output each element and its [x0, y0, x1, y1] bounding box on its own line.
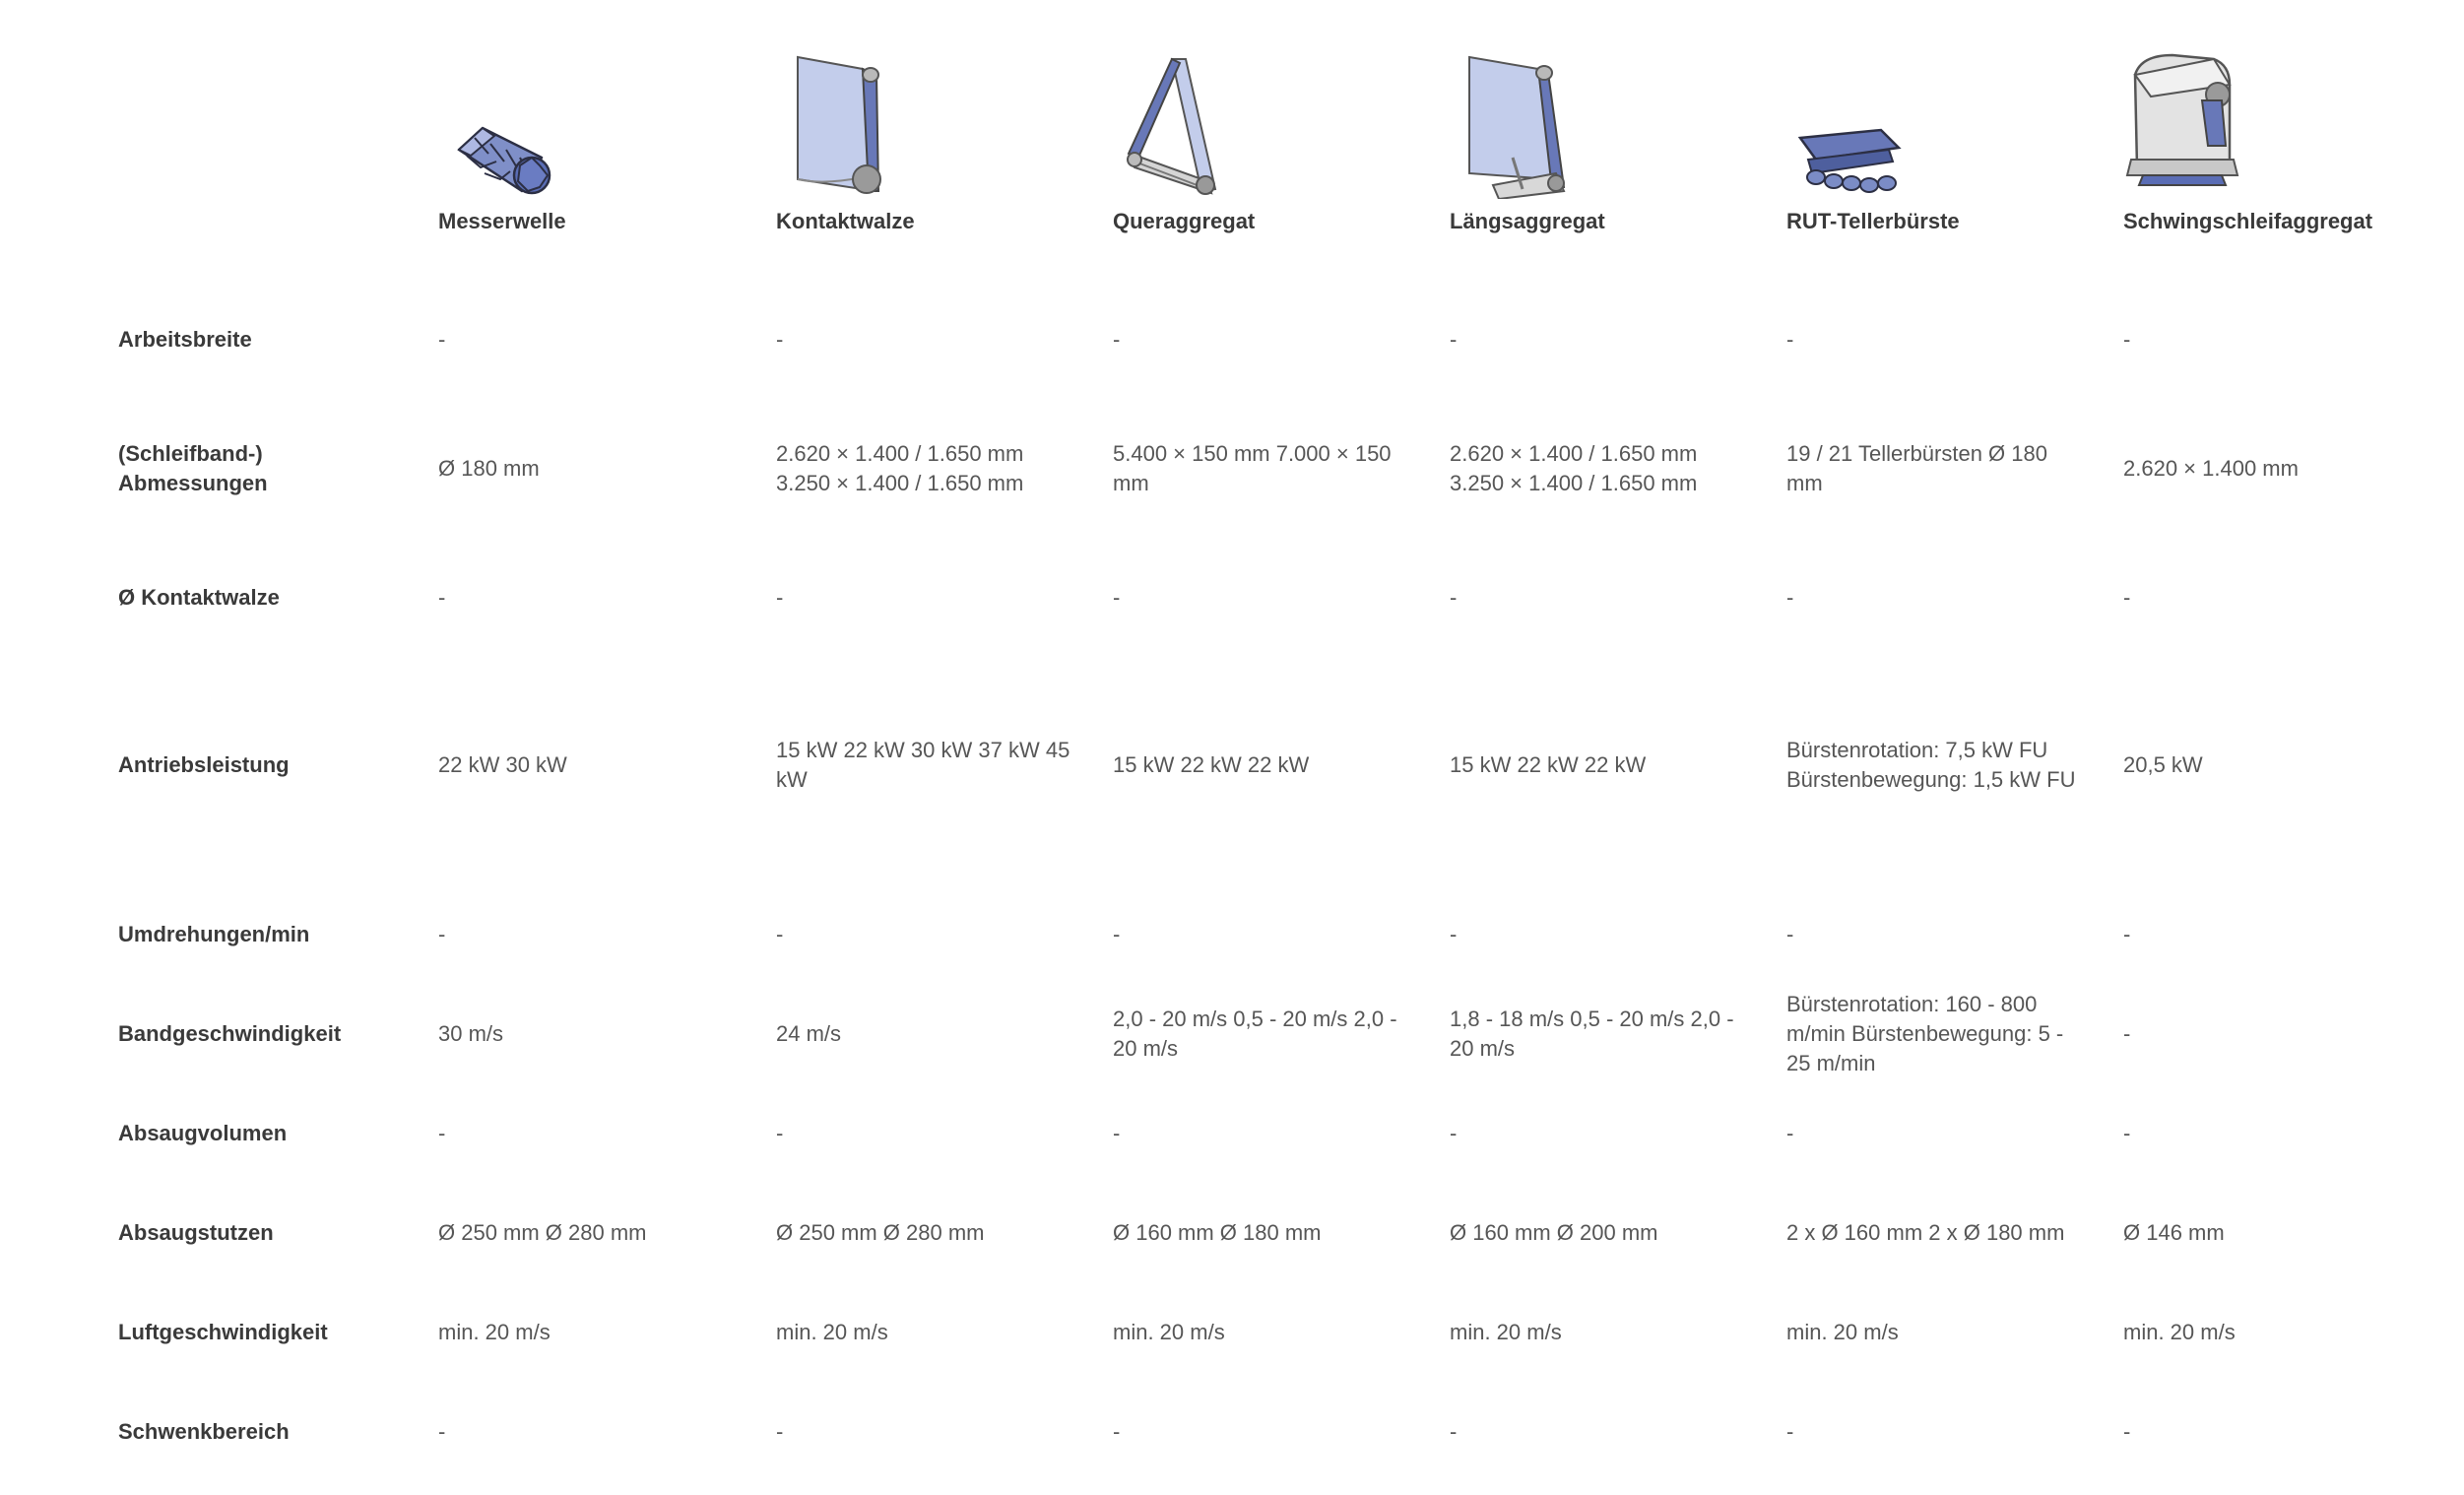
column-header-schwingschleifaggregat: Schwingschleifaggregat	[2123, 209, 2373, 233]
table-cell: Ø 250 mm Ø 280 mm	[776, 1220, 985, 1245]
table-cell: -	[1786, 327, 1794, 352]
table-cell: -	[776, 1419, 784, 1444]
table-cell: Bürstenrotation: 7,5 kW FU Bürstenbewegu…	[1786, 738, 2076, 792]
table-cell: min. 20 m/s	[1450, 1320, 1562, 1344]
table-cell: 2,0 - 20 m/s 0,5 - 20 m/s 2,0 - 20 m/s	[1113, 1007, 1397, 1061]
table-cell: 22 kW 30 kW	[438, 752, 567, 777]
table-cell: -	[1786, 585, 1794, 610]
table-cell: -	[2123, 1419, 2131, 1444]
table-cell: -	[1450, 1419, 1458, 1444]
row-label-schwenkbereich: Schwenkbereich	[118, 1419, 290, 1444]
column-header-kontaktwalze: Kontaktwalze	[776, 209, 915, 233]
table-cell: -	[2123, 585, 2131, 610]
table-cell: -	[2123, 1021, 2131, 1046]
table-cell: min. 20 m/s	[2123, 1320, 2236, 1344]
table-cell: -	[1113, 327, 1121, 352]
cross-unit-icon	[1127, 57, 1217, 195]
table-cell: 30 m/s	[438, 1021, 504, 1046]
table-cell: -	[776, 922, 784, 946]
table-cell: -	[2123, 1121, 2131, 1145]
table-cell: -	[438, 1419, 446, 1444]
table-cell: 2.620 × 1.400 / 1.650 mm 3.250 × 1.400 /…	[1450, 441, 1698, 495]
table-cell: -	[776, 585, 784, 610]
orbital-sander-icon	[2125, 53, 2239, 186]
row-label-luftgeschwindigkeit: Luftgeschwindigkeit	[118, 1320, 328, 1344]
table-cell: -	[1450, 327, 1458, 352]
table-cell: -	[1786, 922, 1794, 946]
table-cell: Ø 146 mm	[2123, 1220, 2225, 1245]
table-cell: 1,8 - 18 m/s 0,5 - 20 m/s 2,0 - 20 m/s	[1450, 1007, 1734, 1061]
column-header-rut-tellerburste: RUT-Tellerbürste	[1786, 209, 1960, 233]
longitudinal-unit-icon	[1468, 55, 1566, 199]
table-cell: Ø 180 mm	[438, 456, 540, 481]
table-cell: -	[438, 327, 446, 352]
table-cell: Ø 250 mm Ø 280 mm	[438, 1220, 647, 1245]
table-cell: -	[1113, 585, 1121, 610]
column-header-queraggregat: Queraggregat	[1113, 209, 1256, 233]
table-cell: 2.620 × 1.400 / 1.650 mm 3.250 × 1.400 /…	[776, 441, 1024, 495]
table-cell: min. 20 m/s	[438, 1320, 551, 1344]
row-label-umdrehungen-min: Umdrehungen/min	[118, 922, 310, 946]
table-cell: min. 20 m/s	[776, 1320, 888, 1344]
table-cell: -	[438, 585, 446, 610]
table-cell: 15 kW 22 kW 22 kW	[1113, 752, 1310, 777]
table-cell: 2.620 × 1.400 mm	[2123, 456, 2299, 481]
table-cell: -	[1113, 1121, 1121, 1145]
table-cell: 2 x Ø 160 mm 2 x Ø 180 mm	[1786, 1220, 2065, 1245]
table-cell: 15 kW 22 kW 22 kW	[1450, 752, 1647, 777]
column-header-langsaggregat: Längsaggregat	[1450, 209, 1605, 233]
table-cell: -	[1450, 1121, 1458, 1145]
table-cell: 19 / 21 Tellerbürsten Ø 180 mm	[1786, 441, 2047, 495]
table-cell: -	[1450, 585, 1458, 610]
table-cell: Bürstenrotation: 160 - 800 m/min Bürsten…	[1786, 992, 2064, 1075]
table-cell: Ø 160 mm Ø 180 mm	[1113, 1220, 1322, 1245]
table-cell: -	[1113, 1419, 1121, 1444]
table-cell: 15 kW 22 kW 30 kW 37 kW 45 kW	[776, 738, 1070, 792]
table-cell: 24 m/s	[776, 1021, 842, 1046]
row-label-antriebsleistung: Antriebsleistung	[118, 752, 290, 777]
table-cell: -	[438, 922, 446, 946]
table-cell: -	[776, 327, 784, 352]
spec-comparison-table: Messerwelle Kontaktwalze Queraggregat Längs…	[0, 0, 2464, 1495]
table-cell: Ø 160 mm Ø 200 mm	[1450, 1220, 1658, 1245]
table-cell: 20,5 kW	[2123, 752, 2203, 777]
knife-shaft-icon	[457, 126, 551, 195]
row-label-absaugstutzen: Absaugstutzen	[118, 1220, 274, 1245]
disc-brush-icon	[1797, 128, 1902, 193]
table-cell: min. 20 m/s	[1786, 1320, 1899, 1344]
table-cell: -	[438, 1121, 446, 1145]
table-cell: min. 20 m/s	[1113, 1320, 1225, 1344]
row-label-absaugvolumen: Absaugvolumen	[118, 1121, 288, 1145]
table-cell: -	[1113, 922, 1121, 946]
table-cell: -	[2123, 922, 2131, 946]
column-header-messerwelle: Messerwelle	[438, 209, 566, 233]
row-label-schleifband-abmessungen: (Schleifband-) Abmessungen	[118, 441, 268, 495]
row-label-arbeitsbreite: Arbeitsbreite	[118, 327, 252, 352]
table-cell: -	[776, 1121, 784, 1145]
contact-roller-icon	[797, 55, 881, 194]
table-cell: -	[1786, 1121, 1794, 1145]
row-label-bandgeschwindigkeit: Bandgeschwindigkeit	[118, 1021, 342, 1046]
table-cell: -	[1786, 1419, 1794, 1444]
row-label-kontaktwalze: Ø Kontaktwalze	[118, 585, 280, 610]
table-cell: 5.400 × 150 mm 7.000 × 150 mm	[1113, 441, 1392, 495]
table-cell: -	[2123, 327, 2131, 352]
table-cell: -	[1450, 922, 1458, 946]
